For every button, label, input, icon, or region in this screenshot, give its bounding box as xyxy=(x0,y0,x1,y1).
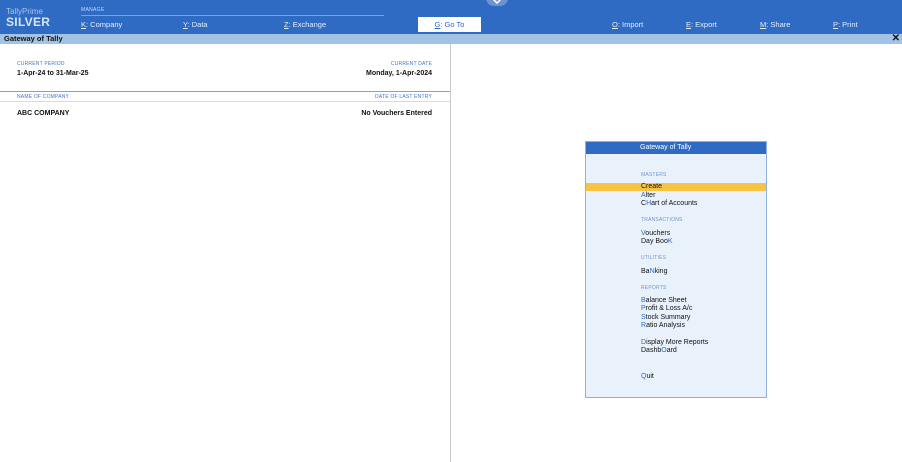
menu-item-quit[interactable]: Quit xyxy=(586,373,766,381)
menu-item-stock-summary[interactable]: Stock Summary xyxy=(586,314,766,322)
menu-goto[interactable]: G: Go To xyxy=(418,17,481,32)
chevron-down-icon xyxy=(492,0,502,4)
gateway-menu-header: Gateway of Tally xyxy=(586,142,766,154)
menu-item-display-more-reports[interactable]: Display More Reports xyxy=(586,339,766,347)
menu-item-ratio-analysis[interactable]: Ratio Analysis xyxy=(586,322,766,330)
transactions-section-label: TRANSACTIONS xyxy=(641,217,683,223)
manage-label: MANAGE xyxy=(81,7,105,13)
menu-item-day-book[interactable]: Day BooK xyxy=(586,238,766,246)
page-title: Gateway of Tally xyxy=(4,34,63,43)
reports-section-label: REPORTS xyxy=(641,285,667,291)
company-name[interactable]: ABC COMPANY xyxy=(17,110,69,117)
manage-divider xyxy=(81,15,384,16)
menu-item-vouchers[interactable]: Vouchers xyxy=(586,230,766,238)
last-entry-value: No Vouchers Entered xyxy=(361,110,432,117)
close-icon[interactable]: ✕ xyxy=(892,33,900,44)
menu-item-chart-of-accounts[interactable]: CHart of Accounts xyxy=(586,200,766,208)
screen-title-bar: Gateway of Tally ✕ xyxy=(0,33,902,44)
company-name-label: NAME OF COMPANY xyxy=(17,94,70,100)
menu-exchange[interactable]: Z: Exchange xyxy=(284,20,326,29)
top-menu-bar: TallyPrime SILVER MANAGE K: Company Y: D… xyxy=(0,0,902,34)
masters-section-label: MASTERS xyxy=(641,172,667,178)
menu-import[interactable]: O: Import xyxy=(612,20,643,29)
pane-divider xyxy=(450,44,451,462)
menu-item-create[interactable]: Create xyxy=(586,183,766,191)
menu-company[interactable]: K: Company xyxy=(81,20,122,29)
menu-item-dashboard[interactable]: DashbOard xyxy=(586,347,766,355)
header-divider xyxy=(0,101,450,102)
section-divider xyxy=(0,91,450,92)
menu-item-alter[interactable]: Alter xyxy=(586,192,766,200)
menu-item-profit-loss[interactable]: Profit & Loss A/c xyxy=(586,305,766,313)
current-date-label: CURRENT DATE xyxy=(390,61,432,67)
current-date-value: Monday, 1-Apr-2024 xyxy=(366,70,432,77)
gateway-menu: Gateway of Tally MASTERS Create Alter CH… xyxy=(585,141,767,398)
collapse-handle[interactable] xyxy=(486,0,508,6)
brand-edition: SILVER xyxy=(6,15,51,29)
menu-item-banking[interactable]: BaNking xyxy=(586,268,766,276)
last-entry-label: DATE OF LAST ENTRY xyxy=(375,94,432,100)
utilities-section-label: UTILITIES xyxy=(641,255,667,261)
current-period-value: 1-Apr-24 to 31-Mar-25 xyxy=(17,70,89,77)
menu-data[interactable]: Y: Data xyxy=(183,20,208,29)
current-period-label: CURRENT PERIOD xyxy=(17,61,65,67)
menu-print[interactable]: P: Print xyxy=(833,20,858,29)
menu-share[interactable]: M: Share xyxy=(760,20,790,29)
menu-export[interactable]: E: Export xyxy=(686,20,717,29)
menu-item-balance-sheet[interactable]: Balance Sheet xyxy=(586,297,766,305)
